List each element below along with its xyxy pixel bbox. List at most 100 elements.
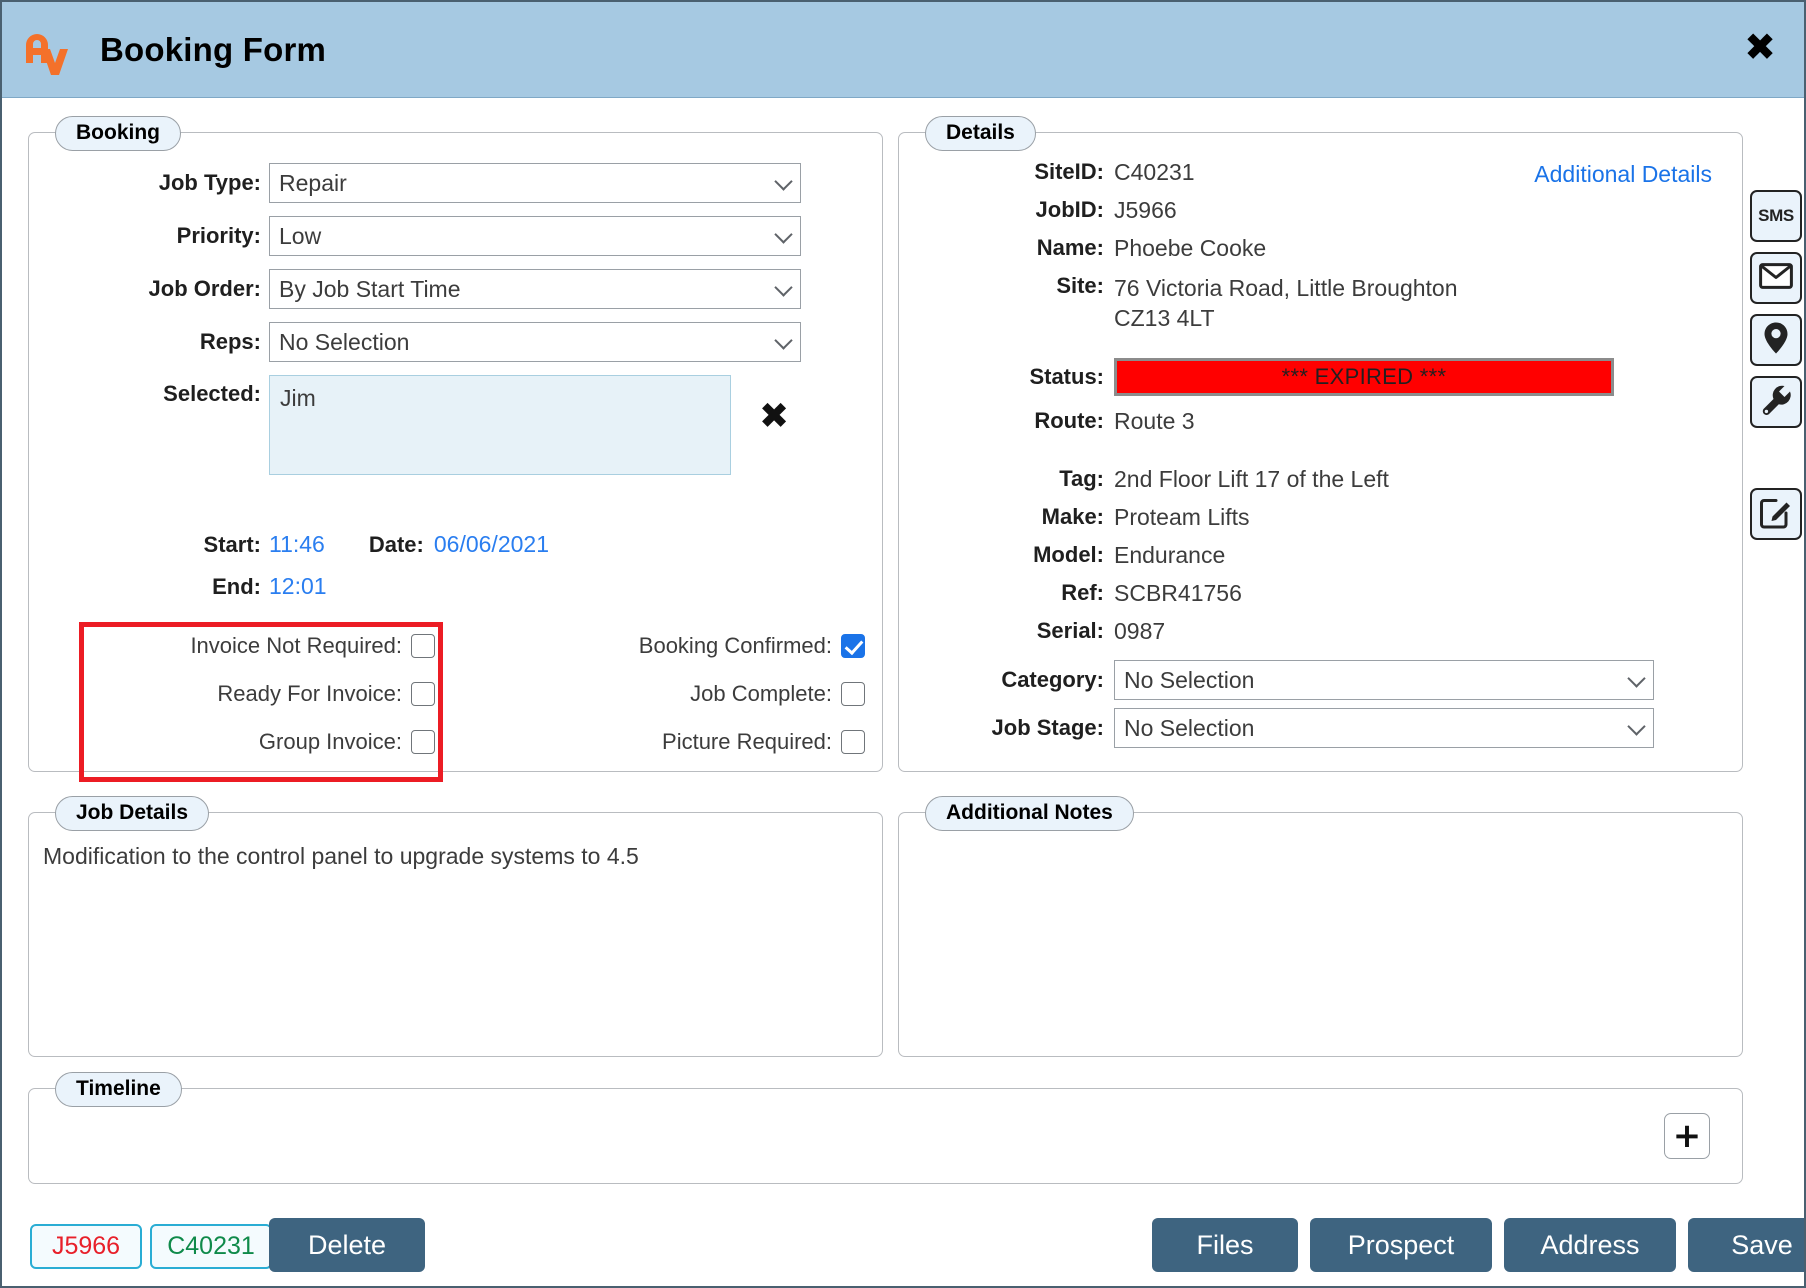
checkbox-label: Job Complete:: [690, 681, 832, 706]
site-id-tag[interactable]: C40231: [150, 1224, 272, 1269]
selected-reps-value: Jim: [280, 385, 316, 411]
sms-button[interactable]: SMS: [1750, 190, 1802, 242]
end-label: End:: [212, 573, 261, 599]
detail-label: Tag:: [1059, 466, 1104, 491]
detail-value: SCBR41756: [1114, 580, 1242, 606]
detail-value: Endurance: [1114, 542, 1226, 568]
edit-icon: [1759, 495, 1793, 534]
chevron-down-icon: [774, 225, 793, 244]
checkbox-invoice-not-required[interactable]: Invoice Not Required:: [115, 633, 435, 659]
detail-value: J5966: [1114, 197, 1177, 223]
prospect-button[interactable]: Prospect: [1310, 1218, 1492, 1272]
checkbox-box[interactable]: [841, 634, 865, 658]
checkbox-label: Picture Required:: [662, 729, 832, 754]
job-id-tag-text: J5966: [51, 1232, 121, 1260]
files-button[interactable]: Files: [1152, 1218, 1298, 1272]
checkbox-booking-confirmed[interactable]: Booking Confirmed:: [489, 633, 865, 659]
status-label: Status:: [1029, 364, 1104, 389]
checkbox-label: Booking Confirmed:: [638, 633, 832, 658]
job-stage-value: No Selection: [1124, 714, 1255, 741]
category-value: No Selection: [1124, 666, 1255, 693]
details-panel-legend: Details: [925, 116, 1036, 152]
job-order-select[interactable]: By Job Start Time: [269, 269, 801, 309]
job-type-value: Repair: [279, 169, 347, 196]
field-end: End: 12:01: [29, 573, 327, 600]
field-label: Job Stage:: [991, 715, 1104, 740]
checkbox-job-complete[interactable]: Job Complete:: [489, 681, 865, 707]
detail-model: Model: Endurance: [899, 542, 1225, 569]
category-select[interactable]: No Selection: [1114, 660, 1654, 700]
address-button[interactable]: Address: [1504, 1218, 1676, 1272]
chevron-down-icon: [774, 278, 793, 297]
save-button[interactable]: Save: [1688, 1218, 1804, 1272]
detail-route: Route: Route 3: [899, 408, 1194, 435]
checkbox-group-invoice[interactable]: Group Invoice:: [115, 729, 435, 755]
detail-label: Serial:: [1036, 618, 1104, 643]
detail-make: Make: Proteam Lifts: [899, 504, 1250, 531]
field-label: Priority:: [176, 223, 261, 248]
detail-jobid: JobID: J5966: [899, 197, 1177, 224]
additional-notes-legend: Additional Notes: [925, 796, 1134, 832]
detail-label: SiteID:: [1034, 159, 1104, 184]
field-label: Category:: [1001, 667, 1104, 692]
envelope-icon: [1759, 262, 1793, 294]
start-value[interactable]: 11:46: [269, 531, 325, 558]
chevron-down-icon: [1627, 669, 1646, 688]
date-label: Date:: [368, 531, 424, 557]
field-label: Job Order:: [148, 276, 261, 301]
app-logo-icon: [16, 19, 78, 81]
checkbox-label: Group Invoice:: [258, 729, 402, 754]
checkbox-picture-required[interactable]: Picture Required:: [489, 729, 865, 755]
date-value[interactable]: 06/06/2021: [434, 531, 549, 558]
checkbox-box[interactable]: [841, 682, 865, 706]
detail-serial: Serial: 0987: [899, 618, 1165, 645]
sms-icon: SMS: [1758, 206, 1794, 225]
selected-reps-box[interactable]: Jim: [269, 375, 731, 475]
clear-selected-icon[interactable]: ✖: [759, 399, 789, 435]
field-label: Reps:: [199, 329, 261, 354]
detail-label: Ref:: [1061, 580, 1104, 605]
checkbox-label: Invoice Not Required:: [190, 633, 402, 658]
email-button[interactable]: [1750, 252, 1802, 304]
job-id-tag[interactable]: J5966: [30, 1224, 142, 1269]
map-pin-icon: [1763, 321, 1789, 360]
booking-panel: Booking Job Type: Repair Priority: Low J…: [28, 116, 883, 782]
detail-label: Name:: [1036, 235, 1104, 260]
checkbox-box[interactable]: [841, 730, 865, 754]
add-timeline-button[interactable]: +: [1664, 1113, 1710, 1159]
checkbox-label: Ready For Invoice:: [217, 681, 402, 706]
job-stage-select[interactable]: No Selection: [1114, 708, 1654, 748]
job-type-select[interactable]: Repair: [269, 163, 801, 203]
checkbox-ready-for-invoice[interactable]: Ready For Invoice:: [115, 681, 435, 707]
service-button[interactable]: [1750, 376, 1802, 428]
checkbox-box[interactable]: [411, 730, 435, 754]
delete-button[interactable]: Delete: [269, 1218, 425, 1272]
reps-select[interactable]: No Selection: [269, 322, 801, 362]
wrench-icon: [1759, 383, 1793, 422]
details-panel: Details Additional Details SiteID: C4023…: [898, 116, 1743, 772]
chevron-down-icon: [1627, 717, 1646, 736]
additional-details-link[interactable]: Additional Details: [1534, 161, 1712, 188]
priority-select[interactable]: Low: [269, 216, 801, 256]
reps-value: No Selection: [279, 328, 410, 355]
field-category: Category: No Selection: [899, 660, 1654, 700]
start-label: Start:: [203, 531, 261, 557]
field-job-type: Job Type: Repair: [29, 163, 819, 203]
detail-value: Phoebe Cooke: [1114, 235, 1267, 261]
timeline-panel: Timeline +: [28, 1072, 1743, 1184]
detail-label: Make:: [1041, 504, 1104, 529]
location-button[interactable]: [1750, 314, 1802, 366]
edit-button[interactable]: [1750, 488, 1802, 540]
detail-tag: Tag: 2nd Floor Lift 17 of the Left: [899, 466, 1389, 493]
checkbox-box[interactable]: [411, 682, 435, 706]
detail-value: 0987: [1114, 618, 1166, 644]
job-order-value: By Job Start Time: [279, 275, 461, 302]
end-value[interactable]: 12:01: [269, 573, 327, 600]
detail-label: Route:: [1034, 408, 1104, 433]
job-details-text[interactable]: Modification to the control panel to upg…: [43, 843, 639, 870]
page-title: Booking Form: [100, 30, 327, 68]
checkbox-box[interactable]: [411, 634, 435, 658]
detail-name: Name: Phoebe Cooke: [899, 235, 1266, 262]
field-start-date: Start: 11:46 Date: 06/06/2021: [29, 531, 549, 558]
close-icon[interactable]: ✖: [1744, 28, 1776, 66]
